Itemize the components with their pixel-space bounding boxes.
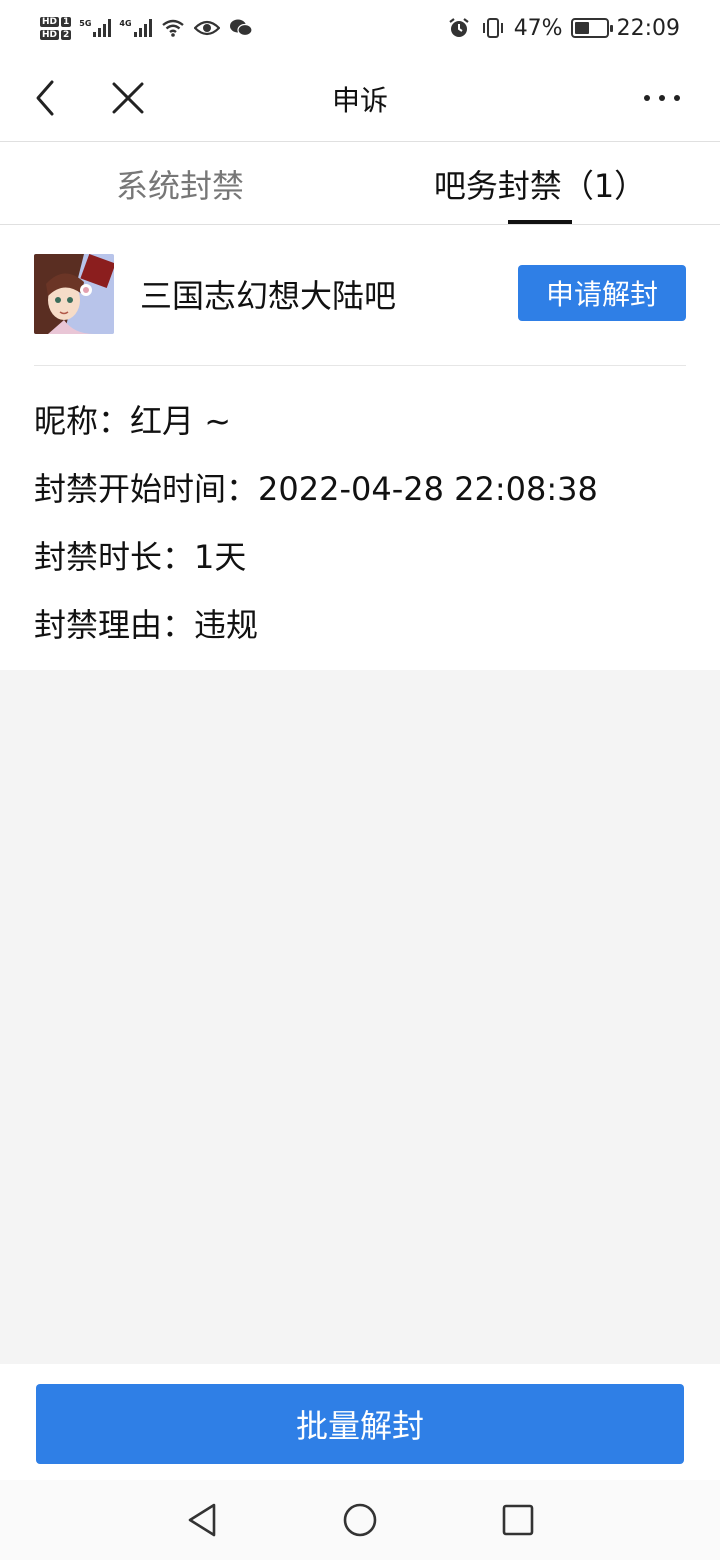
ban-start-row: 封禁开始时间：2022-04-28 22:08:38 [34,464,598,510]
battery-percent: 47% [513,15,563,41]
battery-icon [570,18,613,38]
status-left: HD 1 HD 2 5G 4G [40,16,254,40]
status-bar: HD 1 HD 2 5G 4G 47% 22:09 [0,0,720,56]
tab-forum-ban-label: 吧务封禁（1） [433,166,647,205]
ban-reason-value: 违规 [194,606,259,644]
tab-system-ban-label: 系统封禁 [115,166,244,205]
eye-icon [193,17,220,39]
forum-row: 三国志幻想大陆吧 申请解封 [34,254,686,366]
system-nav-bar [0,1480,720,1560]
vibrate-icon [480,17,506,39]
hd2-badge: HD 2 [40,29,72,40]
signal-5g-label: 5G [79,19,92,28]
nickname-value: 红月 ~ [130,402,232,440]
ban-record-card: 三国志幻想大陆吧 申请解封 昵称：红月 ~ 封禁开始时间：2022-04-28 … [0,226,720,670]
ban-duration-value: 1天 [194,538,247,576]
nickname-label: 昵称： [34,402,131,440]
empty-area [0,670,720,1364]
ban-duration-row: 封禁时长：1天 [34,532,246,578]
back-triangle-icon[interactable] [182,1500,222,1540]
wifi-icon [160,17,186,39]
recents-square-icon[interactable] [498,1500,538,1540]
navbar: 申诉 [0,56,720,142]
hd2-label: HD [40,29,60,40]
tab-forum-ban[interactable]: 吧务封禁（1） [360,143,720,224]
batch-unban-button[interactable]: 批量解封 [36,1384,684,1464]
hd2-num: 2 [61,29,72,40]
hd1-label: HD [40,16,60,27]
signal-4g-icon: 4G [119,19,152,37]
more-icon[interactable] [640,76,684,120]
page-title: 申诉 [331,84,388,117]
home-circle-icon[interactable] [340,1500,380,1540]
wechat-icon [228,17,254,39]
hd-indicators: HD 1 HD 2 [40,16,72,40]
tab-active-indicator [508,220,572,224]
tab-bar: 系统封禁 吧务封禁（1） [0,143,720,225]
apply-unban-button[interactable]: 申请解封 [518,265,686,321]
ban-reason-label: 封禁理由： [34,606,195,644]
tab-system-ban[interactable]: 系统封禁 [0,143,360,224]
forum-name[interactable]: 三国志幻想大陆吧 [140,254,396,334]
ban-reason-row: 封禁理由：违规 [34,600,258,646]
hd1-num: 1 [61,16,72,27]
alarm-icon [446,17,472,39]
ban-duration-label: 封禁时长： [34,538,195,576]
hd1-badge: HD 1 [40,16,72,27]
forum-avatar [34,254,114,334]
nickname-row: 昵称：红月 ~ [34,396,231,442]
ban-start-value: 2022-04-28 22:08:38 [258,470,598,508]
battery-fill [574,22,589,34]
bottom-action-bar: 批量解封 [0,1364,720,1480]
ban-start-label: 封禁开始时间： [34,470,259,508]
clock: 22:09 [616,15,680,41]
status-right: 47% 22:09 [446,16,680,41]
signal-4g-label: 4G [119,19,132,28]
signal-5g-icon: 5G [79,19,112,37]
